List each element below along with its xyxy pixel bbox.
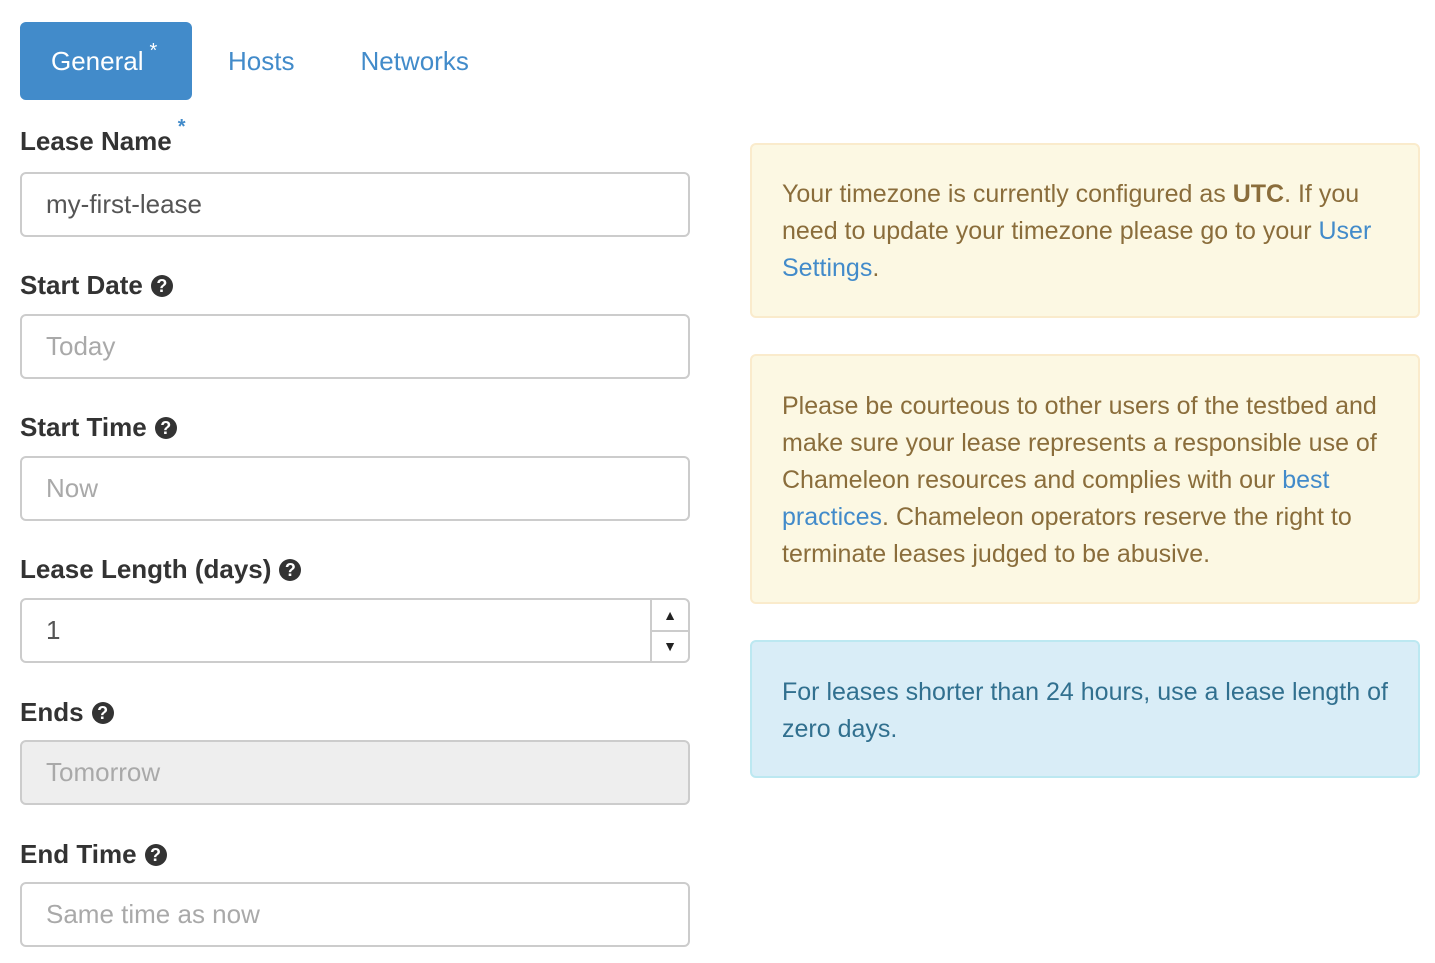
lease-length-info-alert: For leases shorter than 24 hours, use a … (750, 640, 1420, 778)
question-circle-icon[interactable]: ? (150, 274, 173, 297)
question-circle-icon[interactable]: ? (91, 701, 114, 724)
ends-label: Ends ? (20, 697, 114, 728)
lease-length-stepper[interactable]: 1 ▲ ▼ (20, 598, 690, 663)
end-time-placeholder: Same time as now (46, 899, 260, 929)
timezone-text-before: Your timezone is currently configured as (782, 180, 1233, 208)
tab-hosts-label: Hosts (228, 45, 295, 76)
required-marker: * (177, 116, 186, 138)
caret-up-icon[interactable]: ▲ (652, 600, 688, 632)
tab-general[interactable]: General * (20, 22, 192, 100)
start-date-label-text: Start Date (20, 270, 143, 300)
ends-label-text: Ends (20, 697, 84, 727)
tab-hosts[interactable]: Hosts (195, 22, 327, 100)
timezone-value: UTC (1232, 180, 1285, 208)
start-time-placeholder: Now (46, 473, 99, 503)
lease-name-label-text: Lease Name (20, 126, 172, 156)
start-date-placeholder: Today (46, 331, 116, 361)
tab-general-label: General (51, 45, 144, 76)
start-date-label: Start Date ? (20, 270, 173, 301)
info-text: For leases shorter than 24 hours, use a … (782, 678, 1388, 743)
start-time-label: Start Time ? (20, 412, 177, 443)
timezone-alert: Your timezone is currently configured as… (750, 143, 1420, 318)
start-time-label-text: Start Time (20, 412, 147, 442)
lease-length-label-text: Lease Length (days) (20, 554, 272, 584)
start-time-input[interactable]: Now (20, 456, 690, 521)
courtesy-alert: Please be courteous to other users of th… (750, 354, 1420, 604)
lease-name-label: Lease Name * (20, 116, 186, 157)
ends-input: Tomorrow (20, 740, 690, 805)
end-time-label-text: End Time (20, 839, 137, 869)
start-date-input[interactable]: Today (20, 314, 690, 379)
lease-name-value: my-first-lease (46, 189, 203, 219)
tab-networks[interactable]: Networks (327, 22, 501, 100)
stepper-controls: ▲ ▼ (650, 600, 688, 661)
tab-bar: General * Hosts Networks (20, 22, 502, 100)
lease-length-label: Lease Length (days) ? (20, 554, 302, 585)
question-circle-icon[interactable]: ? (144, 843, 167, 866)
lease-length-value: 1 (46, 615, 61, 645)
tab-networks-label: Networks (360, 45, 469, 76)
end-time-input[interactable]: Same time as now (20, 882, 690, 947)
question-circle-icon[interactable]: ? (154, 416, 177, 439)
caret-down-icon[interactable]: ▼ (652, 632, 688, 662)
ends-placeholder: Tomorrow (46, 757, 161, 787)
timezone-text-after: . (872, 254, 880, 282)
tab-general-required-marker: * (149, 39, 158, 62)
question-circle-icon[interactable]: ? (279, 558, 302, 581)
lease-name-input[interactable]: my-first-lease (20, 172, 690, 237)
end-time-label: End Time ? (20, 839, 167, 870)
